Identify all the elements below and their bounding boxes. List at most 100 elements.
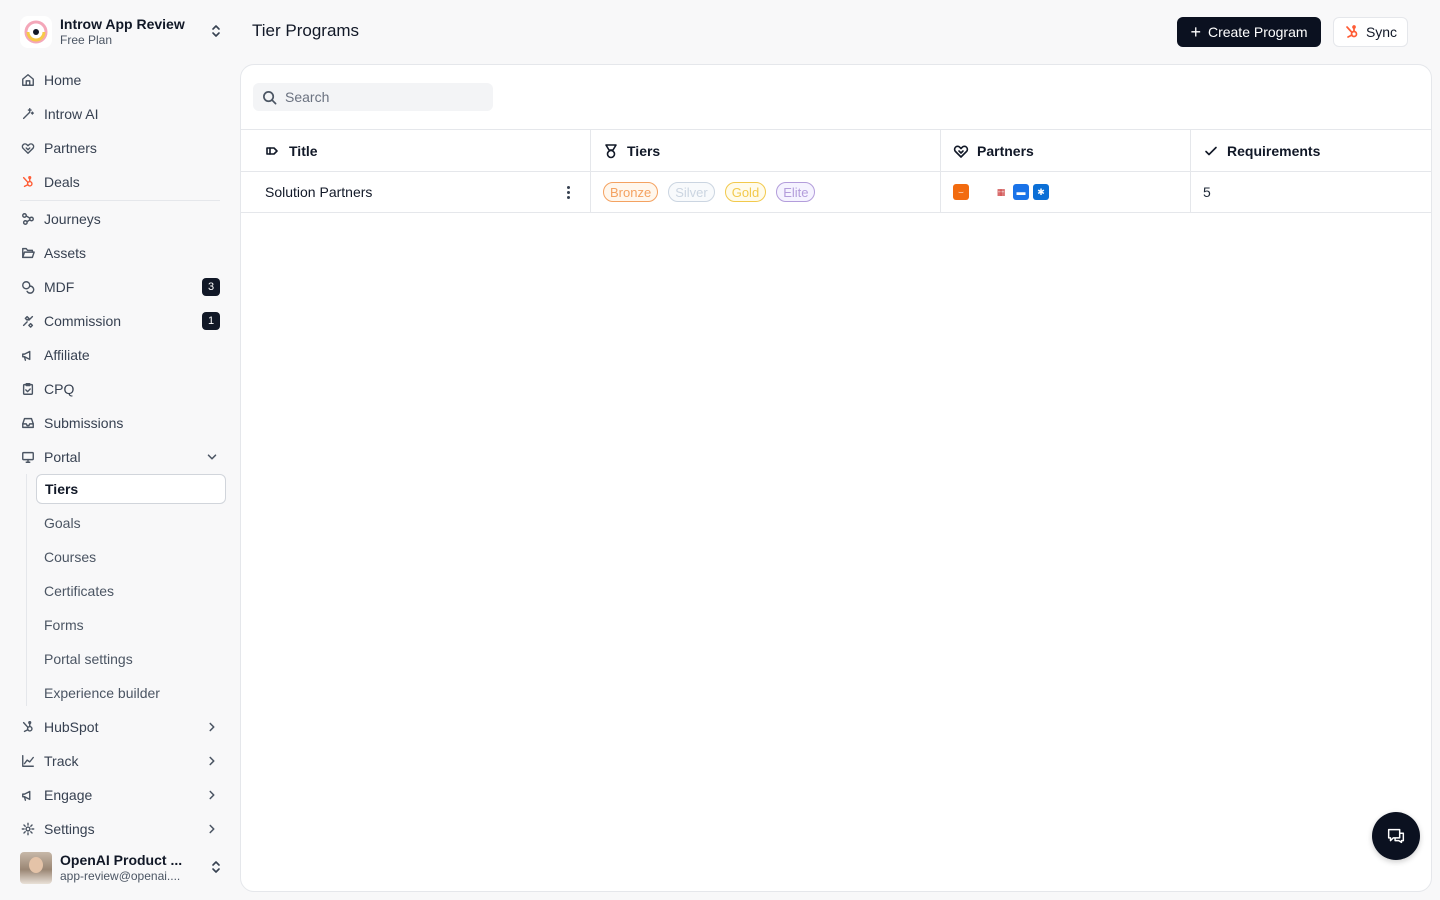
nav-settings-label: Settings	[44, 821, 95, 837]
nav-journeys[interactable]: Journeys	[14, 204, 226, 234]
search-box[interactable]	[253, 83, 493, 111]
handshake-heart-icon	[20, 140, 36, 156]
column-header-requirements[interactable]: Requirements	[1191, 130, 1431, 171]
chevron-right-icon	[204, 788, 220, 802]
nav-mdf-label: MDF	[44, 279, 75, 295]
hubspot-icon	[20, 719, 36, 735]
sync-button[interactable]: Sync	[1333, 17, 1408, 47]
search-input[interactable]	[285, 89, 485, 105]
nav-commission-label: Commission	[44, 313, 122, 329]
nav-divider	[20, 200, 220, 201]
tier-pill-bronze: Bronze	[603, 182, 659, 202]
nav-track-label: Track	[44, 753, 79, 769]
column-header-partners[interactable]: Partners	[941, 130, 1191, 171]
nav-engage-label: Engage	[44, 787, 93, 803]
chevron-right-icon	[204, 720, 220, 734]
user-name: OpenAI Product ...	[60, 852, 183, 868]
column-title-label: Title	[289, 142, 318, 159]
tier-pill-elite: Elite	[776, 182, 816, 202]
monitor-icon	[20, 449, 36, 465]
tier-pill-gold: Gold	[724, 182, 767, 202]
user-menu[interactable]: OpenAI Product ... app-review@openai....	[14, 850, 230, 886]
blue-logo-icon: ▬	[1013, 184, 1029, 200]
nav-portal-label: Portal	[44, 449, 81, 465]
nav-mdf[interactable]: MDF 3	[14, 272, 226, 302]
megaphone-icon	[20, 787, 36, 803]
handshake-heart-icon	[953, 145, 969, 158]
search-icon	[263, 90, 277, 104]
portal-submenu-rail	[26, 474, 27, 706]
program-title: Solution Partners	[265, 184, 373, 200]
nav-hubspot[interactable]: HubSpot	[14, 712, 226, 742]
commission-icon	[20, 313, 36, 329]
amazon-logo-icon: ⌣	[953, 184, 969, 200]
journeys-icon	[20, 211, 36, 227]
nav-assets[interactable]: Assets	[14, 238, 226, 268]
nav-deals[interactable]: Deals	[14, 167, 226, 197]
column-tiers-label: Tiers	[627, 142, 661, 159]
sync-label: Sync	[1365, 24, 1398, 40]
introw-logo-icon	[20, 16, 52, 48]
sub-forms[interactable]: Forms	[36, 610, 226, 640]
nav-partners[interactable]: Partners	[14, 133, 226, 163]
plus-icon: +	[1190, 22, 1201, 42]
hubspot-icon	[1346, 25, 1358, 38]
nav-track[interactable]: Track	[14, 746, 226, 776]
medal-icon	[605, 143, 617, 158]
chart-line-icon	[20, 753, 36, 769]
program-title-cell[interactable]: Solution Partners	[241, 172, 591, 212]
tier-pill-silver: Silver	[668, 182, 715, 202]
nav-home-label: Home	[44, 72, 82, 88]
table-row[interactable]: Solution Partners Bronze Silver Gold Elite …	[241, 171, 1431, 213]
nav-deals-label: Deals	[44, 174, 80, 190]
nav-affiliate-label: Affiliate	[44, 347, 90, 363]
programs-panel: Title Tiers Partners Requirements Soluti…	[240, 64, 1432, 892]
nav-portal[interactable]: Portal	[14, 442, 226, 472]
nav-journeys-label: Journeys	[44, 211, 101, 227]
sub-portal-settings[interactable]: Portal settings	[36, 644, 226, 674]
nav-home[interactable]: Home	[14, 65, 226, 95]
gear-icon	[20, 821, 36, 837]
nav-engage[interactable]: Engage	[14, 780, 226, 810]
programs-table: Title Tiers Partners Requirements Soluti…	[241, 129, 1431, 213]
sidebar: Introw App Review Free Plan Home Introw …	[0, 0, 240, 900]
nav-introw-ai[interactable]: Introw AI	[14, 99, 226, 129]
nav-settings[interactable]: Settings	[14, 814, 226, 844]
sub-goals[interactable]: Goals	[36, 508, 226, 538]
nav-affiliate[interactable]: Affiliate	[14, 340, 226, 370]
mdf-count-badge: 3	[202, 278, 220, 296]
page-title: Tier Programs	[252, 21, 360, 40]
workspace-plan: Free Plan	[60, 33, 113, 47]
coins-icon	[20, 279, 36, 295]
sub-experience-builder[interactable]: Experience builder	[36, 678, 226, 708]
tiers-cell: Bronze Silver Gold Elite	[591, 172, 941, 212]
toys-logo-icon: ▦	[993, 184, 1009, 200]
workspace-switcher[interactable]: Introw App Review Free Plan	[14, 12, 230, 52]
sub-certificates[interactable]: Certificates	[36, 576, 226, 606]
column-requirements-label: Requirements	[1227, 142, 1321, 159]
create-program-label: Create Program	[1207, 24, 1308, 40]
sub-courses[interactable]: Courses	[36, 542, 226, 572]
requirements-cell: 5	[1191, 172, 1431, 212]
chat-support-button[interactable]	[1372, 812, 1420, 860]
user-email: app-review@openai....	[60, 869, 181, 883]
nav-introw-ai-label: Introw AI	[44, 106, 99, 122]
more-options-icon[interactable]	[560, 184, 576, 200]
create-program-button[interactable]: + Create Program	[1177, 17, 1321, 47]
column-header-title[interactable]: Title	[241, 130, 591, 171]
inbox-icon	[20, 415, 36, 431]
partners-cell: ⌣ ▦ ▬ ✱	[941, 172, 1191, 212]
nav-cpq[interactable]: CPQ	[14, 374, 226, 404]
nav-commission[interactable]: Commission 1	[14, 306, 226, 336]
chevron-up-down-icon	[206, 859, 226, 878]
nav-assets-label: Assets	[44, 245, 87, 261]
sub-tiers[interactable]: Tiers	[36, 474, 226, 504]
chevron-down-icon	[204, 450, 220, 464]
tag-icon	[266, 146, 278, 155]
hubspot-icon	[20, 174, 36, 190]
column-header-tiers[interactable]: Tiers	[591, 130, 941, 171]
workspace-name: Introw App Review	[60, 16, 185, 32]
nav-submissions[interactable]: Submissions	[14, 408, 226, 438]
apple-logo-icon	[973, 184, 989, 200]
chevron-up-down-icon	[206, 23, 226, 42]
